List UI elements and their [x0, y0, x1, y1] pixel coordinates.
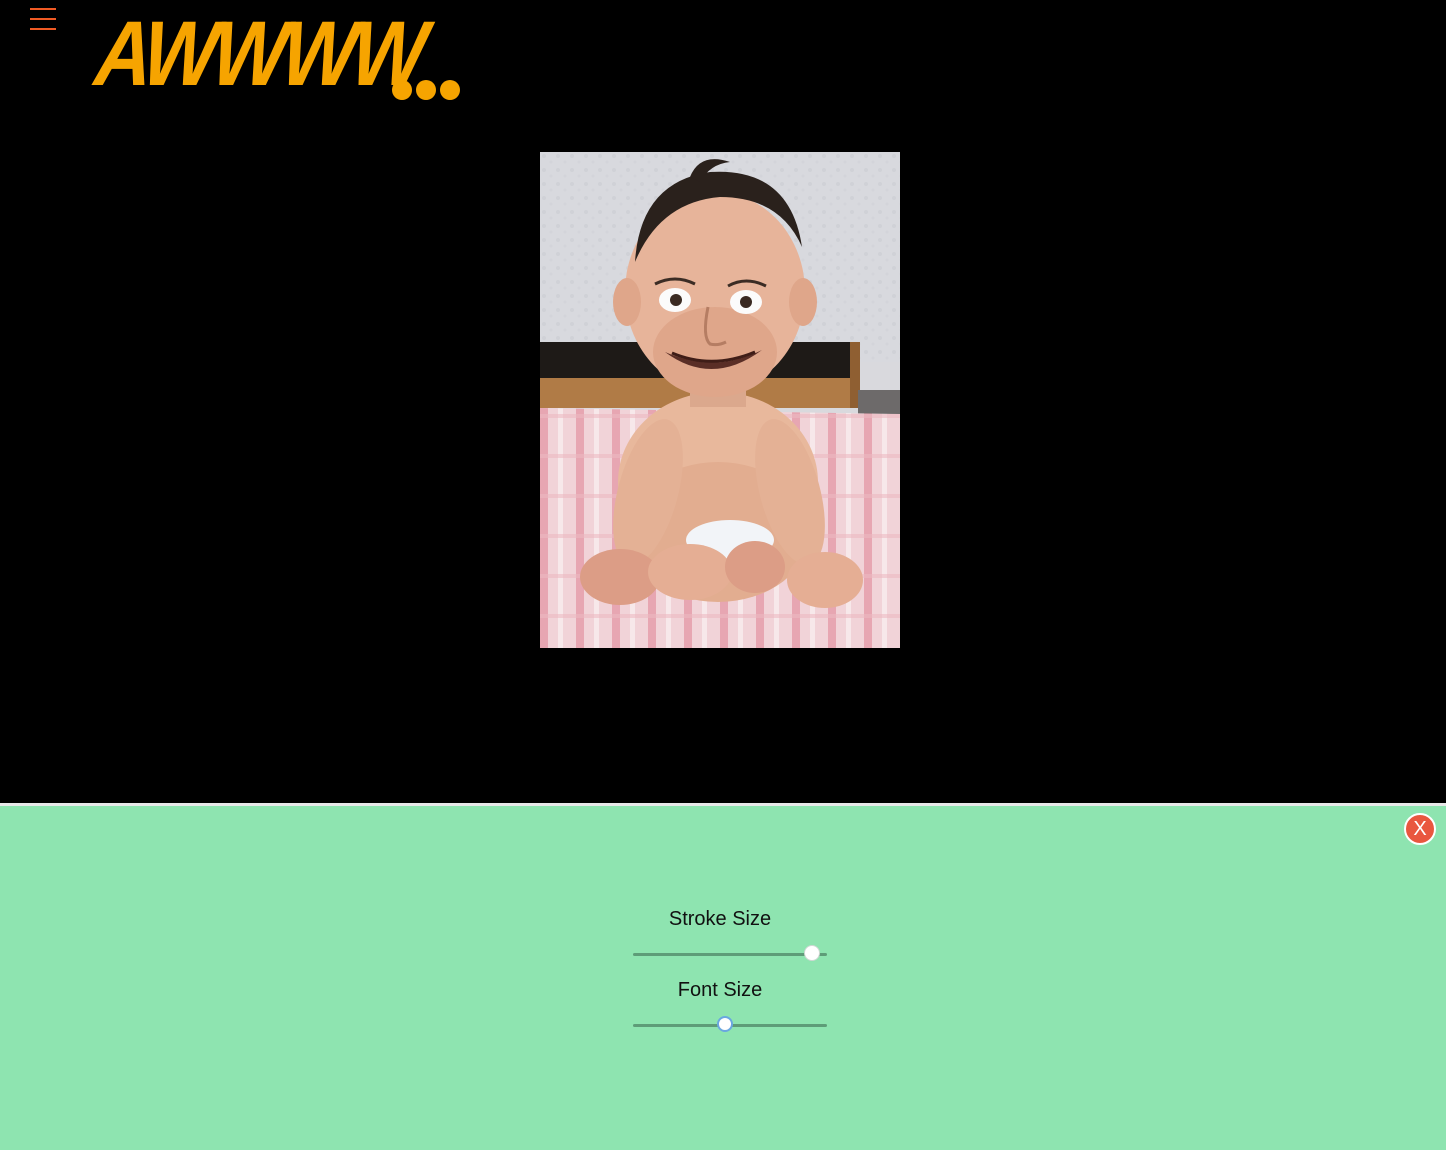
hamburger-menu-icon[interactable] [30, 6, 56, 32]
app-logo: AWWWW [91, 3, 464, 108]
meme-image-drawing [540, 152, 900, 648]
font-size-slider[interactable] [633, 1016, 827, 1032]
logo-text: AWWWW [91, 3, 427, 105]
menu-bar [30, 28, 56, 30]
stroke-size-slider[interactable] [633, 945, 827, 961]
stroke-size-slider-thumb[interactable] [804, 945, 820, 961]
font-size-label: Font Size [677, 979, 763, 1001]
menu-bar [30, 8, 56, 10]
meme-image[interactable] [540, 152, 900, 648]
canvas-area: AWWWW [0, 0, 1446, 803]
logo-ellipsis [392, 80, 462, 102]
close-button[interactable]: X [1404, 813, 1436, 845]
settings-panel: X Stroke Size Font Size [0, 806, 1446, 1150]
stroke-size-label: Stroke Size [668, 908, 772, 930]
menu-bar [30, 18, 56, 20]
font-size-slider-thumb[interactable] [717, 1016, 733, 1032]
